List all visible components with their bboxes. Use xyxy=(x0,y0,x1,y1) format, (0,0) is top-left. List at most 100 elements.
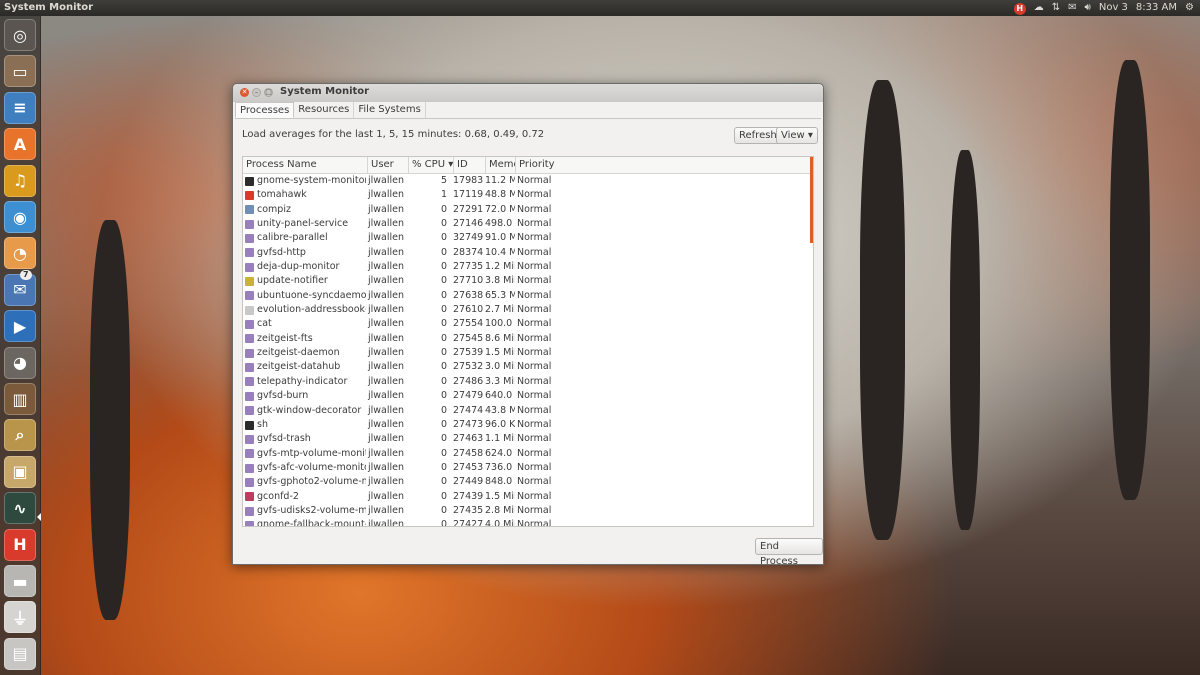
user-cell: jlwallen xyxy=(368,447,405,459)
column-header-priority[interactable]: Priority xyxy=(516,157,589,173)
process-name: tomahawk xyxy=(257,189,307,201)
cpu-cell: 0 xyxy=(440,275,447,287)
gimp-icon[interactable]: ◕ xyxy=(4,346,36,379)
thunderbird-icon[interactable]: ✉ 7 xyxy=(4,269,36,306)
files-icon[interactable]: ▭ xyxy=(4,55,36,88)
end-process-button[interactable]: End Process xyxy=(755,538,823,567)
title-bar[interactable]: ✕ – □ System Monitor xyxy=(233,84,823,102)
library-icon[interactable]: ▥ xyxy=(4,383,36,415)
table-row[interactable]: update-notifier jlwallen 0 277103.8 MiENorm… xyxy=(243,274,813,288)
table-row[interactable]: zeitgeist-datahub jlwallen 0 275323.0 MiENo… xyxy=(243,360,813,374)
table-row[interactable]: sh jlwallen 0 27473 96.0 Ki Normal xyxy=(243,418,813,432)
date-label[interactable]: Nov 3 xyxy=(1099,0,1128,16)
pid-cell: 27610 xyxy=(453,304,483,316)
minimize-icon[interactable]: – xyxy=(252,88,261,97)
tree-trunk xyxy=(90,220,130,620)
column-header-memory[interactable]: Memo xyxy=(486,157,516,173)
process-name-cell: zeitgeist-datahub xyxy=(243,360,366,374)
memory-cell: 1.2 MiE xyxy=(485,261,515,273)
table-row[interactable]: ubuntuone-syncdaemonjlwallen 0 2763865.3 M… xyxy=(243,289,813,303)
pie-app-icon[interactable]: ◔ xyxy=(4,237,36,270)
mail-icon[interactable]: ✉ xyxy=(1068,0,1076,16)
drive-icon[interactable]: ▬ xyxy=(4,565,36,597)
table-row[interactable]: gvfs-afc-volume-monitor jlwallen 0 27453 736… xyxy=(243,461,813,475)
tab-bar: Processes Resources File Systems xyxy=(235,102,821,119)
network-icon[interactable]: ⇅ xyxy=(1052,0,1060,16)
tomahawk-icon[interactable]: H xyxy=(4,528,36,561)
tree-trunk xyxy=(1110,60,1150,500)
memory-cell: 8.6 MiE xyxy=(485,332,515,344)
table-row[interactable]: tomahawk jlwallen 1 1711948.8 MiNormal xyxy=(243,188,813,202)
priority-cell: Normal xyxy=(517,504,552,516)
cloud-icon[interactable]: ☁ xyxy=(1034,0,1044,16)
priority-cell: Normal xyxy=(517,203,552,215)
cpu-cell: 0 xyxy=(440,447,447,459)
diamond-icon xyxy=(245,391,254,401)
media-player-icon[interactable]: ▶ xyxy=(4,310,36,343)
trash-icon[interactable]: ▤ xyxy=(4,637,36,670)
table-row[interactable]: gvfs-mtp-volume-monitorjlwallen 0 27458624… xyxy=(243,447,813,461)
table-row[interactable]: gvfsd-http jlwallen 0 2837410.4 MiNormal xyxy=(243,246,813,260)
maximize-icon[interactable]: □ xyxy=(264,88,273,97)
process-name: deja-dup-monitor xyxy=(257,261,340,273)
image-viewer-icon[interactable]: ▣ xyxy=(4,455,36,488)
table-row[interactable]: gnome-fallback-mount-heljlwallen 0 274274.… xyxy=(243,518,813,526)
user-cell: jlwallen xyxy=(368,175,405,186)
priority-cell: Normal xyxy=(517,490,552,502)
pid-cell: 27474 xyxy=(453,404,483,416)
tab-file-systems[interactable]: File Systems xyxy=(354,102,426,118)
column-header-cpu[interactable]: % CPU ▾ xyxy=(409,157,454,173)
audacity-icon[interactable]: ♫ xyxy=(4,164,36,197)
table-row[interactable]: gvfs-gphoto2-volume-monjlwallen 0 27449848… xyxy=(243,475,813,489)
table-row[interactable]: evolution-addressbook-facjlwallen 0 276102… xyxy=(243,303,813,317)
pid-cell: 27486 xyxy=(453,375,483,387)
table-row[interactable]: compiz jlwallen 0 2729172.0 MiNormal xyxy=(243,203,813,217)
tab-resources[interactable]: Resources xyxy=(294,102,355,118)
refresh-button[interactable]: Refresh xyxy=(734,127,782,144)
clock-label[interactable]: 8:33 AM xyxy=(1136,0,1177,16)
column-header-process-name[interactable]: Process Name xyxy=(243,157,368,173)
column-header-id[interactable]: ID xyxy=(454,157,486,173)
tomahawk-indicator-icon[interactable]: H xyxy=(1013,3,1026,15)
user-cell: jlwallen xyxy=(368,246,405,258)
table-row[interactable]: gvfs-udisks2-volume-monijlwallen 0 274352.… xyxy=(243,504,813,518)
table-row[interactable]: zeitgeist-fts jlwallen 0 275458.6 MiENormal xyxy=(243,332,813,346)
process-name: unity-panel-service xyxy=(257,218,349,230)
pid-cell: 27439 xyxy=(453,490,483,502)
user-cell: jlwallen xyxy=(368,504,405,516)
table-row[interactable]: zeitgeist-daemon jlwallen 0 275391.5 MiENor… xyxy=(243,346,813,360)
process-name: gvfsd-burn xyxy=(257,390,309,402)
table-row[interactable]: gvfsd-trash jlwallen 0 274631.1 MiENormal xyxy=(243,432,813,446)
tree-trunk xyxy=(860,80,905,540)
close-icon[interactable]: ✕ xyxy=(240,88,249,97)
load-averages-label: Load averages for the last 1, 5, 15 minu… xyxy=(242,129,545,140)
search-app-icon[interactable]: ⌕ xyxy=(4,419,36,452)
view-menu-button[interactable]: View ▾ xyxy=(776,127,818,144)
chromium-icon[interactable]: ◉ xyxy=(4,201,36,233)
table-row[interactable]: gvfsd-burn jlwallen 0 27479640.0 KNormal xyxy=(243,389,813,403)
volume-icon[interactable]: 🔊︎ xyxy=(1085,0,1091,16)
table-row[interactable]: gnome-system-monitorjlwallen 5 1798311.2 M… xyxy=(243,174,813,188)
tab-processes[interactable]: Processes xyxy=(235,102,295,118)
table-row[interactable]: gtk-window-decorator jlwallen 0 2747443.8 M… xyxy=(243,404,813,418)
table-row[interactable]: telepathy-indicator jlwallen 0 274863.3 MiE… xyxy=(243,375,813,389)
process-table[interactable]: Process Name User % CPU ▾ ID Memo Priori… xyxy=(242,156,814,527)
process-name-cell: update-notifier xyxy=(243,274,366,288)
table-header: Process Name User % CPU ▾ ID Memo Priori… xyxy=(243,157,813,174)
table-row[interactable]: calibre-parallel jlwallen 0 3274991.0 MiNor… xyxy=(243,231,813,245)
gear-icon[interactable]: ⚙ xyxy=(1185,0,1194,16)
table-row[interactable]: gconfd-2 jlwallen 0 274391.5 MiENormal xyxy=(243,490,813,504)
cpu-cell: 0 xyxy=(440,232,447,244)
scrollbar-thumb[interactable] xyxy=(810,157,813,243)
software-center-icon[interactable]: A xyxy=(4,128,36,161)
system-monitor-icon[interactable]: ∿ xyxy=(4,492,36,525)
writer-icon[interactable]: ≡ xyxy=(4,91,36,124)
priority-cell: Normal xyxy=(517,318,552,330)
process-name-cell: deja-dup-monitor xyxy=(243,260,366,274)
table-row[interactable]: unity-panel-service jlwallen 0 27146498.0 K… xyxy=(243,217,813,231)
table-row[interactable]: cat jlwallen 0 27554100.0 KNormal xyxy=(243,317,813,331)
usb-icon[interactable]: ⏚ xyxy=(4,601,36,634)
table-row[interactable]: deja-dup-monitor jlwallen 0 277351.2 MiENor… xyxy=(243,260,813,274)
ubuntu-dash-icon[interactable]: ◎ xyxy=(4,19,36,51)
column-header-user[interactable]: User xyxy=(368,157,409,173)
